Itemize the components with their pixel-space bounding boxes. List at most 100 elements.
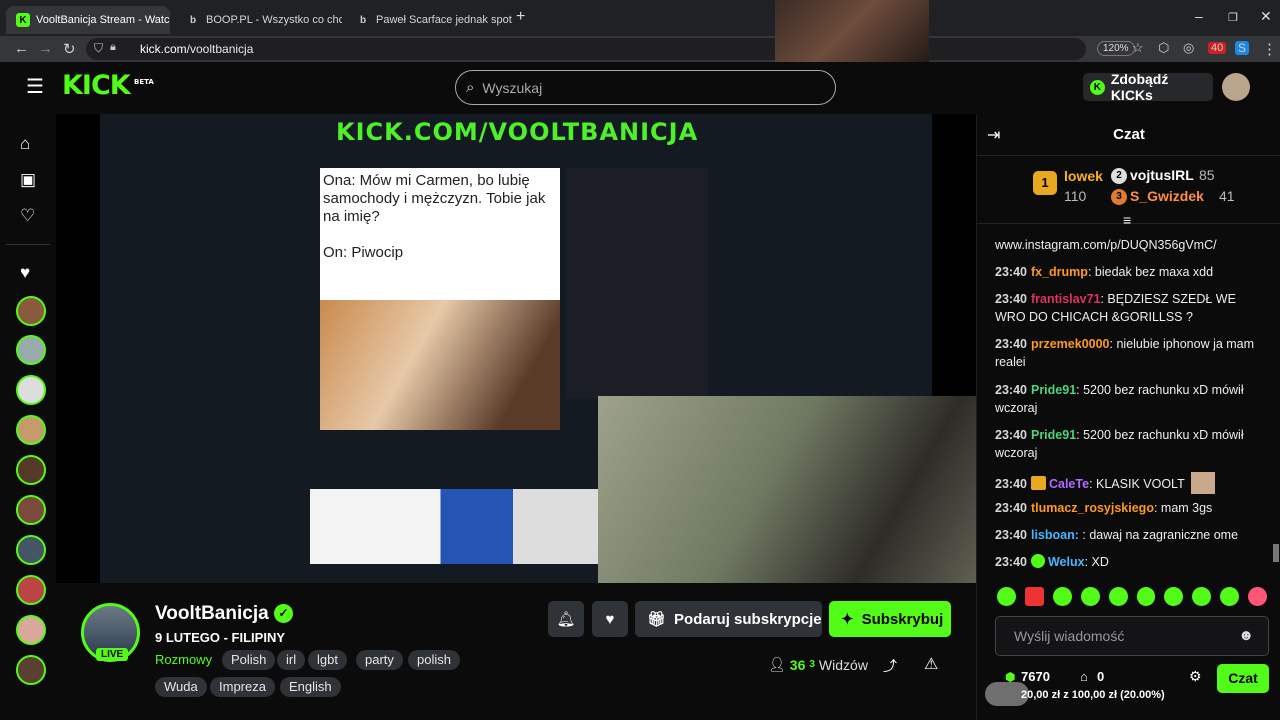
message-username[interactable]: frantislav71: [1031, 292, 1100, 306]
leaderboard-value: 41: [1219, 188, 1235, 204]
message-username[interactable]: fx_drump: [1031, 265, 1088, 279]
kick-favicon-icon: K: [16, 13, 30, 27]
heart-icon: ♥: [605, 610, 615, 628]
video-player[interactable]: KICK.COM/VOOLTBANICJA Ona: Mów mi Carmen…: [56, 114, 976, 583]
followed-channel-avatar[interactable]: [16, 455, 46, 485]
followed-channel-avatar[interactable]: [16, 655, 46, 685]
message-username[interactable]: Pride91: [1031, 383, 1076, 397]
following-heart-icon[interactable]: ♡: [20, 206, 35, 226]
browse-icon[interactable]: ▣: [20, 170, 36, 190]
stream-tag[interactable]: Wuda: [155, 677, 207, 697]
get-kicks-button[interactable]: K Zdobądź KICKs: [1083, 71, 1213, 103]
kick-logo[interactable]: KICK BETA: [62, 70, 154, 101]
emote-button[interactable]: [1080, 587, 1100, 606]
chat-message-input[interactable]: Wyślij wiadomość ☻: [995, 616, 1269, 656]
message-time: 23:40: [995, 501, 1027, 515]
new-tab-icon[interactable]: +: [516, 8, 525, 26]
send-chat-button[interactable]: Czat: [1217, 664, 1269, 693]
restore-icon[interactable]: ❐: [1228, 11, 1238, 24]
follow-button[interactable]: ♥: [592, 601, 628, 637]
tab-scarface[interactable]: b Paweł Scarface jednak spotykał ✕: [346, 6, 512, 34]
extension-icon[interactable]: ⬡: [1158, 40, 1169, 56]
emote-button[interactable]: [997, 587, 1016, 606]
store-icon[interactable]: ⌂: [1080, 669, 1088, 684]
emote-button[interactable]: [1192, 587, 1212, 606]
forward-icon[interactable]: →: [38, 40, 53, 57]
chat-input-placeholder: Wyślij wiadomość: [1014, 628, 1125, 644]
followed-channel-avatar[interactable]: [16, 535, 46, 565]
emote-button[interactable]: [1248, 587, 1268, 606]
emote-button[interactable]: [1164, 587, 1184, 606]
channel-points-value[interactable]: 7670: [1021, 669, 1050, 684]
shield-icon[interactable]: ⛉: [94, 41, 103, 56]
followed-channel-avatar[interactable]: [16, 415, 46, 445]
tab-boop[interactable]: b BOOP.PL - Wszystko co chcesz ✕: [176, 6, 342, 34]
bookmark-star-icon[interactable]: ☆: [1132, 40, 1144, 56]
notifications-button[interactable]: 🔔︎: [548, 601, 584, 637]
stream-tag[interactable]: irl: [277, 650, 306, 670]
close-window-icon[interactable]: ✕: [1260, 8, 1272, 25]
leaderboard-name[interactable]: lowek: [1064, 168, 1103, 184]
stream-category[interactable]: Rozmowy: [155, 652, 212, 667]
incognito-icon[interactable]: ◎: [1183, 40, 1194, 56]
minimize-icon[interactable]: –: [1195, 8, 1203, 24]
chat-footer: ⬢ 7670 ⌂ 0 ⚙ Czat 20,00 zł z 100,00 zł (…: [977, 662, 1280, 720]
channel-name[interactable]: VooltBanicja: [155, 603, 269, 625]
emoji-picker-icon[interactable]: ☻: [1238, 627, 1254, 644]
followed-channel-avatar[interactable]: [16, 575, 46, 605]
message-username[interactable]: Welux: [1048, 555, 1085, 569]
user-avatar[interactable]: [1222, 73, 1250, 101]
message-username[interactable]: tlumacz_rosyjskiego: [1031, 501, 1154, 515]
boop-favicon-icon: b: [359, 14, 367, 26]
report-warning-icon[interactable]: ⚠: [924, 654, 938, 674]
emote-button[interactable]: [1136, 587, 1156, 606]
followed-channel-avatar[interactable]: [16, 296, 46, 326]
stream-tag[interactable]: lgbt: [308, 650, 347, 670]
followed-channel-avatar[interactable]: [16, 615, 46, 645]
chat-settings-gear-icon[interactable]: ⚙: [1189, 668, 1202, 685]
tab-vooltbanicja[interactable]: K VooltBanicja Stream - Watch Live: [6, 6, 170, 34]
message-username[interactable]: CaleTe: [1049, 477, 1089, 491]
message-text[interactable]: www.instagram.com/p/DUQN356gVmC/: [995, 238, 1217, 252]
chat-scrollbar[interactable]: [1273, 544, 1279, 562]
emote-button[interactable]: [1024, 587, 1044, 606]
url-bar[interactable]: ⛉ 🔒︎ kick.com/vooltbanicja: [86, 38, 1086, 60]
emote-button[interactable]: [1052, 587, 1072, 606]
message-username[interactable]: przemek0000: [1031, 337, 1110, 351]
message-username[interactable]: Pride91: [1031, 428, 1076, 442]
leaderboard-name[interactable]: S_Gwizdek: [1130, 188, 1204, 204]
back-icon[interactable]: ←: [14, 40, 29, 57]
followed-channel-avatar[interactable]: [16, 375, 46, 405]
share-icon[interactable]: ⤴: [883, 656, 897, 676]
chat-message: 23:40 CaleTe: KLASIK VOOLT: [995, 472, 1267, 494]
stream-tag[interactable]: polish: [408, 650, 460, 670]
gift-subscriptions-button[interactable]: 🎁︎ Podaruj subskrypcje: [635, 601, 822, 637]
home-icon[interactable]: ⌂: [20, 134, 30, 154]
menu-dots-icon[interactable]: ⋮: [1262, 40, 1277, 58]
search-placeholder: Wyszukaj: [482, 79, 543, 96]
followed-channel-avatar[interactable]: [16, 335, 46, 365]
adblock-icon[interactable]: 40: [1208, 42, 1227, 54]
reload-icon[interactable]: ↻: [63, 40, 76, 58]
search-input[interactable]: ⌕ Wyszukaj: [455, 70, 836, 105]
rank-badge: 2: [1111, 168, 1127, 184]
lock-icon[interactable]: 🔒︎: [110, 41, 116, 54]
hamburger-menu-icon[interactable]: ☰: [26, 74, 44, 99]
leaderboard-name[interactable]: vojtusIRL: [1130, 167, 1194, 183]
stream-tag[interactable]: Polish: [222, 650, 276, 670]
stream-tag[interactable]: party: [356, 650, 403, 670]
emote-button[interactable]: [1108, 587, 1128, 606]
emote-button[interactable]: [1220, 587, 1240, 606]
tab-title: VooltBanicja Stream - Watch Live: [36, 14, 170, 26]
stream-tag[interactable]: Impreza: [210, 677, 275, 697]
viewer-count: 👤︎ 36 3 Widzów: [768, 656, 868, 673]
zoom-level[interactable]: 120%: [1097, 41, 1135, 56]
chat-panel: ⇥ Czat 1 lowek 110 2 vojtusIRL 85 3 S_Gw…: [976, 114, 1280, 720]
stream-overlay-text: KICK.COM/VOOLTBANICJA: [336, 118, 699, 146]
s-extension-icon[interactable]: S: [1235, 41, 1250, 55]
subscribe-button[interactable]: ✦ Subskrybuj: [829, 601, 951, 637]
expand-leaderboard-icon[interactable]: ≡: [1123, 212, 1131, 228]
followed-channel-avatar[interactable]: [16, 495, 46, 525]
message-username[interactable]: lisboan:: [1031, 528, 1079, 542]
stream-tag[interactable]: English: [280, 677, 341, 697]
